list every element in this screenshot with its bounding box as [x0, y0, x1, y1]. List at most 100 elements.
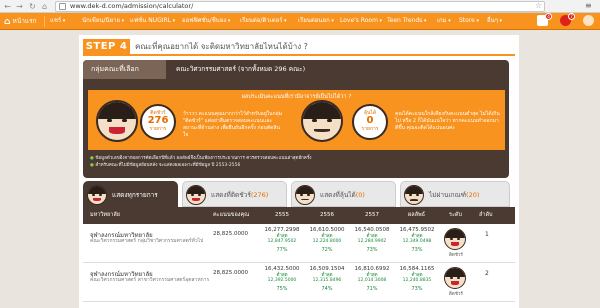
col-university: มหาวิทยาลัย	[90, 212, 120, 218]
percent: 73%	[366, 247, 378, 253]
row-major: คณะวิศวกรรมศาสตร์ สาขาวิศวกรรมศาสตร์อุตส…	[90, 277, 210, 283]
tab-fail-label: ไม่ผ่านเกณฑ์	[429, 191, 467, 199]
col-rank: ลำดับ	[479, 212, 493, 218]
filter-tabs: แสดงทุกรายการ แสดงที่ติดชัวร์(276) แสดงท…	[83, 181, 515, 207]
tab-pass-label: แสดงที่ติดชัวร์	[211, 191, 251, 199]
tab-pass-count: (276)	[250, 191, 269, 199]
nav-item-nugirl[interactable]: แฟชั่น NUGIRL	[130, 16, 175, 26]
percent: 77%	[276, 247, 288, 253]
row-2557: 16,540.0508 ต่ำสุด 12,284.9902 73%	[351, 227, 393, 256]
tab-maybe-count: (0)	[355, 191, 365, 199]
menu-icon[interactable]: ≡	[585, 1, 592, 10]
row-status: ติดชัวร์	[449, 292, 463, 297]
address-bar[interactable]: www.dek-d.com/admission/calculator/	[55, 1, 545, 12]
row-2556: 16,509.1504 ต่ำสุด 12,315.8496 74%	[306, 266, 348, 295]
nav-item-loves-room[interactable]: Love's Room	[340, 16, 382, 26]
tab-all-label: แสดงทุกรายการ	[112, 191, 158, 199]
nav-home-label: หน้าแรก	[12, 17, 37, 25]
notification-count: 4	[545, 13, 552, 20]
row-rank: 1	[485, 231, 489, 238]
tab-maybe[interactable]: แสดงที่ลุ้นได้(0)	[291, 181, 396, 207]
row-2555: 16,277.2998 ต่ำสุด 12,847.9502 77%	[261, 227, 303, 256]
maybe-description: คุณได้คะแนนใกล้เคียงกับคะแนนต่ำสุด ไม่ได…	[395, 111, 500, 131]
pass-description: ว้าววว คะแนนคุณมากกว่าไว้สำหรับอยู่ในกลุ…	[183, 111, 282, 138]
row-2555: 16,432.5000 ต่ำสุด 12,392.5000 75%	[261, 266, 303, 295]
page-icon	[59, 3, 66, 10]
alert-count: 7	[568, 13, 575, 20]
nav-item-game[interactable]: เกม	[437, 16, 451, 26]
happy-face-icon	[444, 267, 466, 289]
row-major: คณะวิศวกรรมศาสตร์ กลุ่มวิชาวิศวกรรมศาสตร…	[90, 238, 204, 244]
selected-faculty: คณะวิศวกรรมศาสตร์ (จากทั้งหมด 296 คณะ)	[176, 65, 306, 73]
tab-fail[interactable]: ไม่ผ่านเกณฑ์(20)	[400, 181, 510, 207]
nav-item-share[interactable]: แชร์	[50, 16, 65, 26]
percent: 73%	[411, 286, 423, 292]
url-text: www.dek-d.com/admission/calculator/	[70, 2, 194, 10]
col-result: ผลลัพธ์	[408, 212, 425, 218]
col-2556: 2556	[320, 212, 334, 218]
col-score: คะแนนของคุณ	[213, 212, 250, 218]
percent: 74%	[321, 286, 333, 292]
note-2: สำหรับคณะที่ไม่มีข้อมูลย้อนหลัง จะแสดงผล…	[90, 162, 505, 169]
maybe-count: 0	[366, 115, 374, 126]
forward-icon[interactable]: →	[15, 2, 24, 11]
percent: 71%	[366, 286, 378, 292]
col-2557: 2557	[365, 212, 379, 218]
reload-icon[interactable]: ↻	[28, 2, 37, 11]
step-underline	[83, 54, 515, 56]
table-row[interactable]: จุฬาลงกรณ์มหาวิทยาลัย คณะวิศวกรรมศาสตร์ …	[83, 264, 515, 302]
browser-toolbar: ← → ↻ ⌂ www.dek-d.com/admission/calculat…	[0, 0, 600, 13]
pass-unit: รายการ	[149, 126, 167, 132]
step-badge: STEP 4	[83, 39, 130, 54]
tab-pass[interactable]: แสดงที่ติดชัวร์(276)	[182, 181, 287, 207]
results-table-header: มหาวิทยาลัย คะแนนของคุณ 2555 2556 2557 ผ…	[83, 207, 515, 224]
col-chance: ระดับ	[449, 212, 462, 218]
row-2557: 16,810.6992 ต่ำสุด 12,014.3008 71%	[351, 266, 393, 295]
tab-all[interactable]: แสดงทุกรายการ	[83, 181, 178, 207]
maybe-count-badge: ลุ้นได้ 0 รายการ	[352, 104, 388, 140]
summary-notes: ข้อมูลตัวเลขอิงจากผลการคัดเลือกปีที่แล้ว…	[90, 155, 505, 169]
note-1: ข้อมูลตัวเลขอิงจากผลการคัดเลือกปีที่แล้ว…	[90, 155, 505, 162]
table-row[interactable]: จุฬาลงกรณ์มหาวิทยาลัย คณะวิศวกรรมศาสตร์ …	[83, 225, 515, 263]
tab-maybe-label: แสดงที่ลุ้นได้	[320, 191, 356, 199]
bookmark-star-icon[interactable]: ☆	[535, 1, 542, 10]
row-score: 28,825.0000	[213, 270, 248, 276]
nav-item-office[interactable]: ออฟฟิศชั่น/ชีบอง	[182, 16, 230, 26]
nav-item-writer[interactable]: นักเขียน/นิยาย	[82, 16, 124, 26]
row-2556: 16,610.5000 ต่ำสุด 12,224.8000 72%	[306, 227, 348, 256]
value: 16,509.1504	[309, 266, 345, 272]
col-2555: 2555	[275, 212, 289, 218]
nav-divider	[44, 16, 45, 27]
avatar[interactable]	[583, 15, 594, 26]
nav-home[interactable]: ⌂ หน้าแรก	[4, 16, 37, 27]
back-icon[interactable]: ←	[3, 2, 12, 11]
pass-count-badge: ติดชัวร์ 276 รายการ	[140, 104, 176, 140]
row-result: 16,584.1165 ต่ำสุด 12,240.8835 73%	[396, 266, 438, 295]
percent: 72%	[321, 247, 333, 253]
value: 16,584.1165	[399, 266, 435, 272]
happy-face-icon	[444, 228, 466, 250]
site-nav: ⌂ หน้าแรก แชร์ นักเขียน/นิยาย แฟชั่น NUG…	[0, 13, 600, 30]
happy-face-icon	[96, 100, 138, 142]
value: 16,810.6992	[354, 266, 390, 272]
row-result: 16,475.9502 ต่ำสุด 12,349.0498 73%	[396, 227, 438, 256]
nav-item-abroad[interactable]: เรียนต่อนอก	[298, 16, 334, 26]
value: 16,432.5000	[264, 266, 300, 272]
maybe-unit: รายการ	[361, 126, 379, 132]
nav-item-more[interactable]: อื่นๆ	[487, 16, 502, 26]
value: 16,277.2998	[264, 227, 300, 233]
notification-icon[interactable]: 4	[537, 13, 552, 26]
nav-item-teen-trends[interactable]: Teen Trends	[387, 16, 426, 26]
worried-face-icon	[301, 100, 343, 142]
pass-count: 276	[147, 115, 169, 126]
nav-item-tutor[interactable]: เรียนต่อ/ติวเตอร์	[240, 16, 287, 26]
percent: 75%	[276, 286, 288, 292]
home-icon[interactable]: ⌂	[40, 2, 49, 11]
faculty-group-label: กลุ่มคณะที่เลือก	[83, 60, 166, 79]
alert-icon[interactable]: 7	[560, 13, 575, 26]
percent: 73%	[411, 247, 423, 253]
value: 16,475.9502	[399, 227, 435, 233]
nav-item-store[interactable]: Store	[459, 16, 479, 26]
banner-header: ผลประเมินคะแนนที่เรามีอาจารย์เป็นไปได้ว่…	[241, 94, 352, 100]
row-status: ติดชัวร์	[449, 253, 463, 258]
